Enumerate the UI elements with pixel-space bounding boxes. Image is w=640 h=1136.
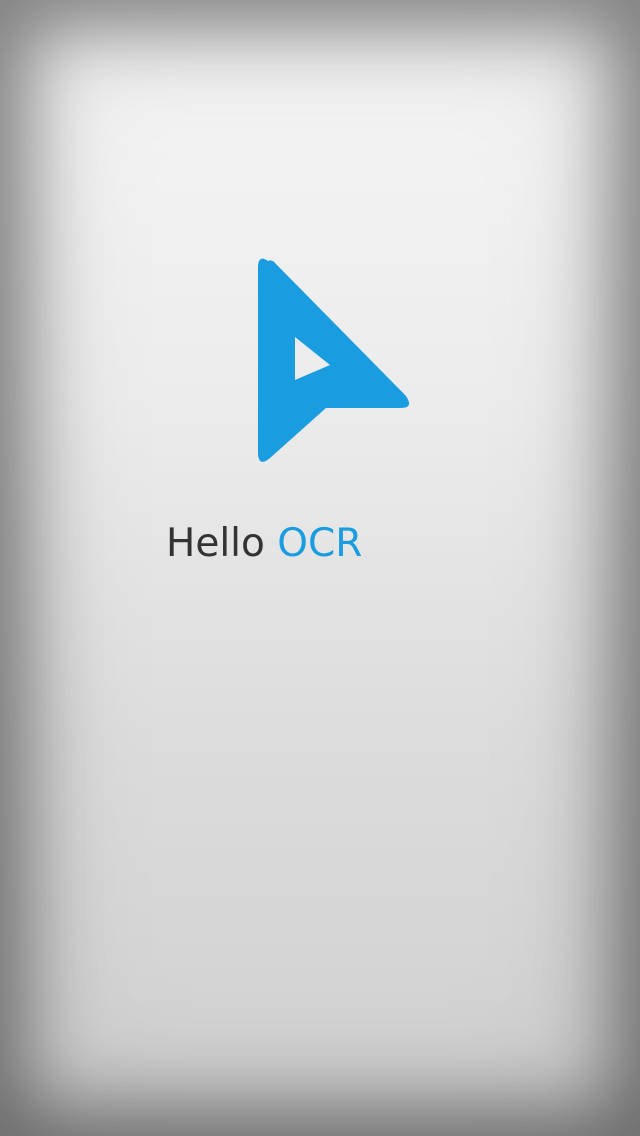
app-title-hello: Hello <box>166 521 265 566</box>
app-title-ocr: OCR <box>277 521 363 566</box>
app-title: Hello OCR <box>166 518 362 570</box>
play-cursor-icon <box>258 258 410 462</box>
splash-screen: Hello OCR <box>0 0 640 1136</box>
app-logo <box>246 246 422 476</box>
